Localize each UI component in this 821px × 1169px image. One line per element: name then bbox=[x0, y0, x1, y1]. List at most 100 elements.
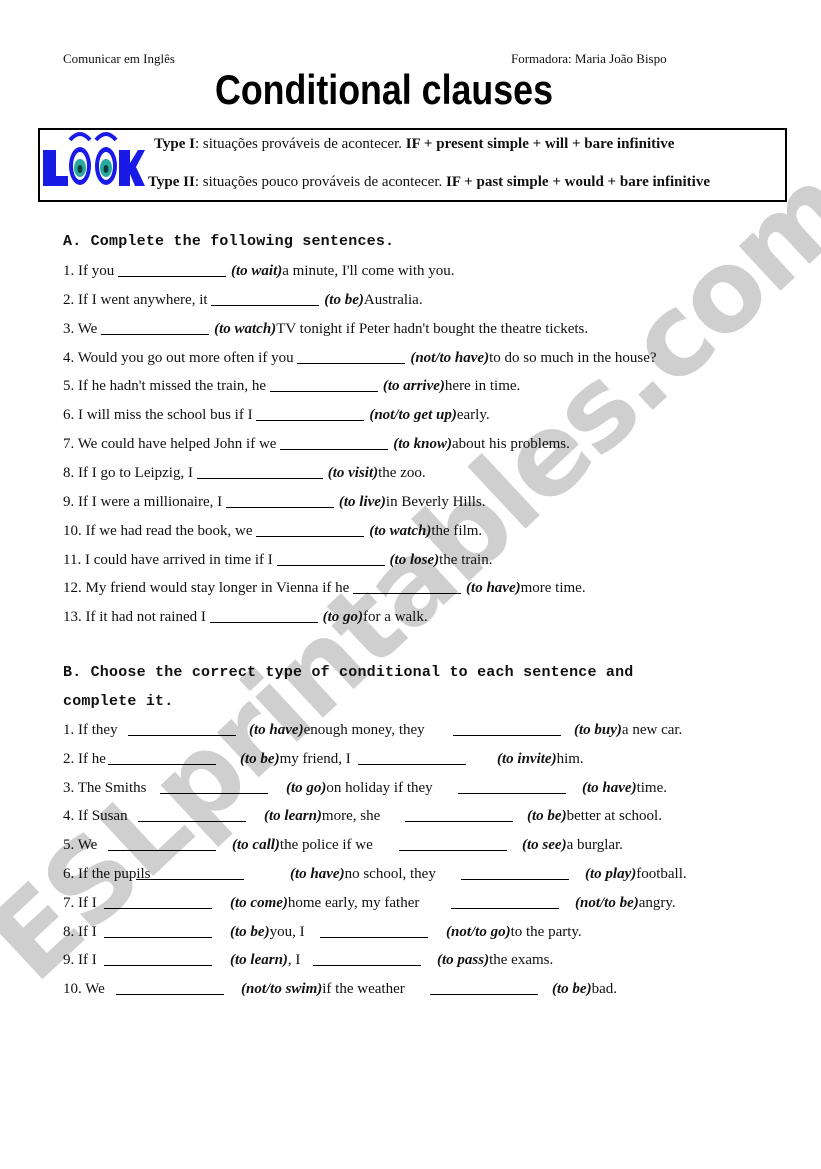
verb-hint: (to buy) bbox=[574, 722, 622, 738]
sentence-text: enough money, they bbox=[303, 722, 425, 738]
answer-blank[interactable] bbox=[209, 607, 318, 624]
type-1-rule: Type I: situações prováveis de acontecer… bbox=[154, 136, 674, 153]
look-logo-icon bbox=[41, 130, 145, 190]
sentence-text: 1. If they bbox=[63, 722, 118, 738]
answer-blank[interactable] bbox=[313, 950, 421, 967]
sentence-text: 8. If I bbox=[63, 923, 97, 940]
verb-hint: (to go) bbox=[286, 779, 327, 796]
sentence-text: 3. We bbox=[63, 320, 98, 337]
look-box: Type I: situações prováveis de acontecer… bbox=[38, 128, 787, 202]
sentence-text: 12. My friend would stay longer in Vienn… bbox=[63, 580, 350, 597]
verb-hint: (to watch) bbox=[369, 522, 432, 539]
sentence-text: 7. We could have helped John if we bbox=[63, 436, 277, 453]
type-2-formula: IF + past simple + would + bare infiniti… bbox=[445, 174, 710, 190]
sentence-text: a burglar. bbox=[566, 837, 623, 854]
type-1-label: Type I bbox=[154, 136, 195, 152]
verb-hint: (not/to be) bbox=[575, 894, 639, 911]
answer-blank[interactable] bbox=[104, 950, 212, 967]
answer-blank[interactable] bbox=[101, 319, 210, 335]
verb-hint: (to live) bbox=[338, 493, 386, 510]
verb-hint: (to learn) bbox=[264, 808, 322, 825]
section-b-title-line-2: complete it. bbox=[63, 693, 174, 710]
verb-hint: (not/to go) bbox=[446, 923, 511, 940]
sentence-text: you, I bbox=[269, 923, 305, 940]
sentence-text: early. bbox=[456, 407, 490, 424]
verb-hint: (to see) bbox=[522, 837, 567, 854]
verb-hint: (to learn) bbox=[230, 952, 288, 969]
sentence-text: for a walk. bbox=[363, 609, 428, 626]
sentence-text: no school, they bbox=[344, 866, 436, 882]
sentence-text: Australia. bbox=[363, 291, 423, 308]
answer-blank[interactable] bbox=[451, 893, 559, 909]
sentence-text: the exams. bbox=[489, 952, 554, 969]
answer-blank[interactable] bbox=[430, 979, 538, 996]
verb-hint: (to arrive) bbox=[382, 378, 445, 395]
sentence-text: time. bbox=[636, 779, 667, 796]
answer-blank[interactable] bbox=[280, 434, 389, 451]
answer-blank[interactable] bbox=[256, 405, 365, 422]
answer-blank[interactable] bbox=[136, 864, 244, 880]
sentence-text: , I bbox=[287, 952, 301, 969]
answer-blank[interactable] bbox=[297, 348, 406, 364]
verb-hint: (not/to swim) bbox=[241, 981, 323, 998]
answer-blank[interactable] bbox=[353, 578, 462, 595]
verb-hint: (to pass) bbox=[437, 952, 490, 969]
answer-blank[interactable] bbox=[108, 835, 216, 852]
answer-blank[interactable] bbox=[399, 835, 507, 852]
answer-blank[interactable] bbox=[276, 550, 385, 566]
answer-blank[interactable] bbox=[118, 261, 226, 277]
verb-hint: (to call) bbox=[232, 837, 280, 854]
verb-hint: (to be) bbox=[230, 923, 270, 940]
verb-hint: (to have) bbox=[249, 722, 304, 738]
sentence-text: 4. Would you go out more often if you bbox=[63, 349, 294, 366]
sentence-text: 13. If it had not rained I bbox=[63, 609, 206, 626]
answer-blank[interactable] bbox=[116, 979, 224, 996]
answer-blank[interactable] bbox=[358, 749, 466, 765]
answer-blank[interactable] bbox=[211, 290, 320, 306]
sentence-text: the train. bbox=[439, 551, 493, 568]
sentence-text: more, she bbox=[321, 808, 381, 825]
sentence-text: better at school. bbox=[566, 808, 662, 825]
answer-blank[interactable] bbox=[196, 463, 323, 479]
answer-blank[interactable] bbox=[256, 521, 365, 537]
sentence-text: the police if we bbox=[279, 837, 373, 854]
answer-blank[interactable] bbox=[138, 806, 246, 823]
answer-blank[interactable] bbox=[269, 376, 378, 393]
sentence-text: a new car. bbox=[621, 722, 683, 738]
verb-hint: (not/to get up) bbox=[369, 407, 457, 424]
verb-hint: (to visit) bbox=[327, 464, 379, 481]
answer-blank[interactable] bbox=[225, 492, 334, 508]
verb-hint: (to be) bbox=[552, 981, 592, 998]
worksheet-page: ESLprintables.com Comunicar em Inglês Fo… bbox=[0, 0, 821, 1169]
answer-blank[interactable] bbox=[405, 806, 513, 823]
type-2-description: : situações pouco prováveis de acontecer… bbox=[194, 174, 446, 190]
sentence-text: 9. If I were a millionaire, I bbox=[63, 493, 223, 510]
answer-blank[interactable] bbox=[461, 864, 569, 880]
verb-hint: (to wait) bbox=[231, 263, 283, 279]
sentence-text: the film. bbox=[431, 522, 483, 539]
sentence-text: angry. bbox=[638, 894, 676, 911]
answer-blank[interactable] bbox=[320, 922, 428, 938]
sentence-text: TV tonight if Peter hadn't bought the th… bbox=[276, 320, 589, 337]
answer-blank[interactable] bbox=[128, 720, 236, 736]
sentence-text: 6. I will miss the school bus if I bbox=[63, 407, 253, 424]
verb-hint: (not/to have) bbox=[410, 349, 490, 366]
answer-blank[interactable] bbox=[104, 893, 212, 909]
verb-hint: (to have) bbox=[466, 580, 521, 597]
trainer-name: Formadora: Maria João Bispo bbox=[511, 51, 667, 66]
sentence-text: 10. If we had read the book, we bbox=[63, 522, 253, 539]
sentence-text: bad. bbox=[591, 981, 617, 998]
sentence-text: football. bbox=[636, 866, 687, 882]
answer-blank[interactable] bbox=[108, 749, 216, 765]
sentence-text: here in time. bbox=[444, 378, 521, 395]
answer-blank[interactable] bbox=[453, 720, 561, 736]
answer-blank[interactable] bbox=[104, 922, 212, 938]
answer-blank[interactable] bbox=[458, 778, 566, 794]
sentence-text: him. bbox=[556, 750, 584, 767]
answer-blank[interactable] bbox=[160, 778, 268, 794]
sentence-text: my friend, I bbox=[279, 750, 351, 767]
sentence-text: 7. If I bbox=[63, 894, 97, 911]
verb-hint: (to invite) bbox=[497, 750, 557, 767]
sentence-text: 5. We bbox=[63, 837, 98, 854]
type-2-label: Type II bbox=[148, 174, 195, 190]
